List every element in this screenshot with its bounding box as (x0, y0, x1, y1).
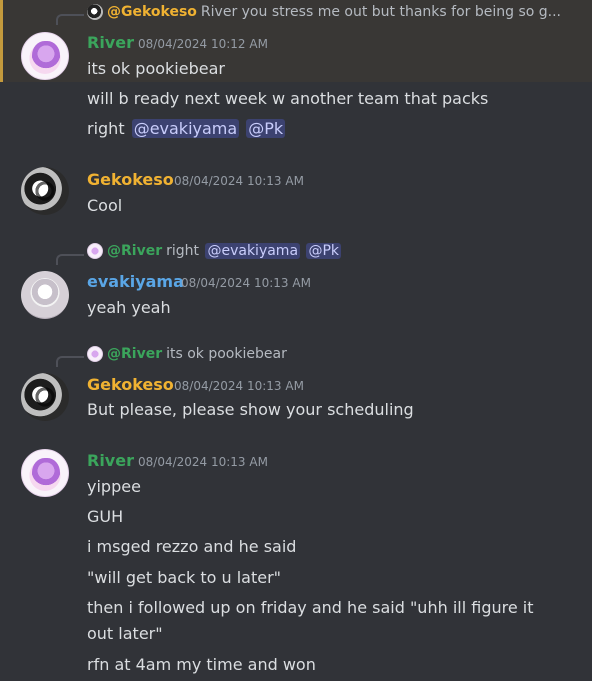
reply-text: its ok pookiebear (166, 346, 287, 362)
author-name[interactable]: evakiyama (87, 272, 184, 291)
reply-preview[interactable]: @River right @evakiyama @Pk (87, 243, 342, 259)
timestamp: 08/04/2024 10:13 AM (138, 455, 268, 469)
author-name[interactable]: Gekokeso (87, 375, 174, 394)
reply-avatar (87, 243, 103, 259)
reply-text: right @evakiyama @Pk (166, 243, 342, 259)
message-text-mentions: right @evakiyama @Pk (87, 119, 286, 138)
timestamp: 08/04/2024 10:12 AM (138, 37, 268, 51)
message-text: "will get back to u later" (87, 568, 282, 587)
message-text: GUH (87, 507, 124, 526)
reply-author[interactable]: @Gekokeso (107, 4, 197, 20)
avatar[interactable] (21, 167, 69, 215)
message-text: its ok pookiebear (87, 59, 225, 78)
author-name[interactable]: River (87, 33, 134, 52)
avatar[interactable] (21, 449, 69, 497)
message-text: Cool (87, 196, 123, 215)
message-text: yippee (87, 477, 141, 496)
author-name[interactable]: River (87, 451, 134, 470)
message-text: i msged rezzo and he said (87, 537, 297, 556)
timestamp: 08/04/2024 10:13 AM (174, 379, 304, 393)
user-mention[interactable]: @Pk (306, 243, 342, 259)
reply-author[interactable]: @River (107, 346, 162, 362)
avatar[interactable] (21, 271, 69, 319)
user-mention[interactable]: @evakiyama (205, 243, 301, 259)
message-text: rfn at 4am my time and won (87, 655, 316, 674)
timestamp: 08/04/2024 10:13 AM (181, 276, 311, 290)
reply-spine (56, 356, 84, 367)
reply-avatar (87, 4, 103, 20)
reply-text: River you stress me out but thanks for b… (200, 4, 561, 20)
user-mention[interactable]: @evakiyama (131, 119, 240, 138)
reply-preview[interactable]: @Gekokeso River you stress me out but th… (87, 4, 561, 20)
author-name[interactable]: Gekokeso (87, 170, 174, 189)
message-text: then i followed up on friday and he said… (87, 598, 534, 617)
avatar[interactable] (21, 373, 69, 421)
message-text: But please, please show your scheduling (87, 400, 414, 419)
reply-author[interactable]: @River (107, 243, 162, 259)
user-mention[interactable]: @Pk (246, 119, 286, 138)
message-text: right (87, 119, 125, 138)
message-text: out later" (87, 624, 163, 643)
reply-avatar (87, 346, 103, 362)
reply-spine (56, 14, 84, 25)
avatar[interactable] (21, 32, 69, 80)
reply-spine (56, 254, 84, 265)
message-text: will b ready next week w another team th… (87, 89, 489, 108)
reply-preview[interactable]: @River its ok pookiebear (87, 346, 287, 362)
message-text: yeah yeah (87, 298, 171, 317)
timestamp: 08/04/2024 10:13 AM (174, 174, 304, 188)
